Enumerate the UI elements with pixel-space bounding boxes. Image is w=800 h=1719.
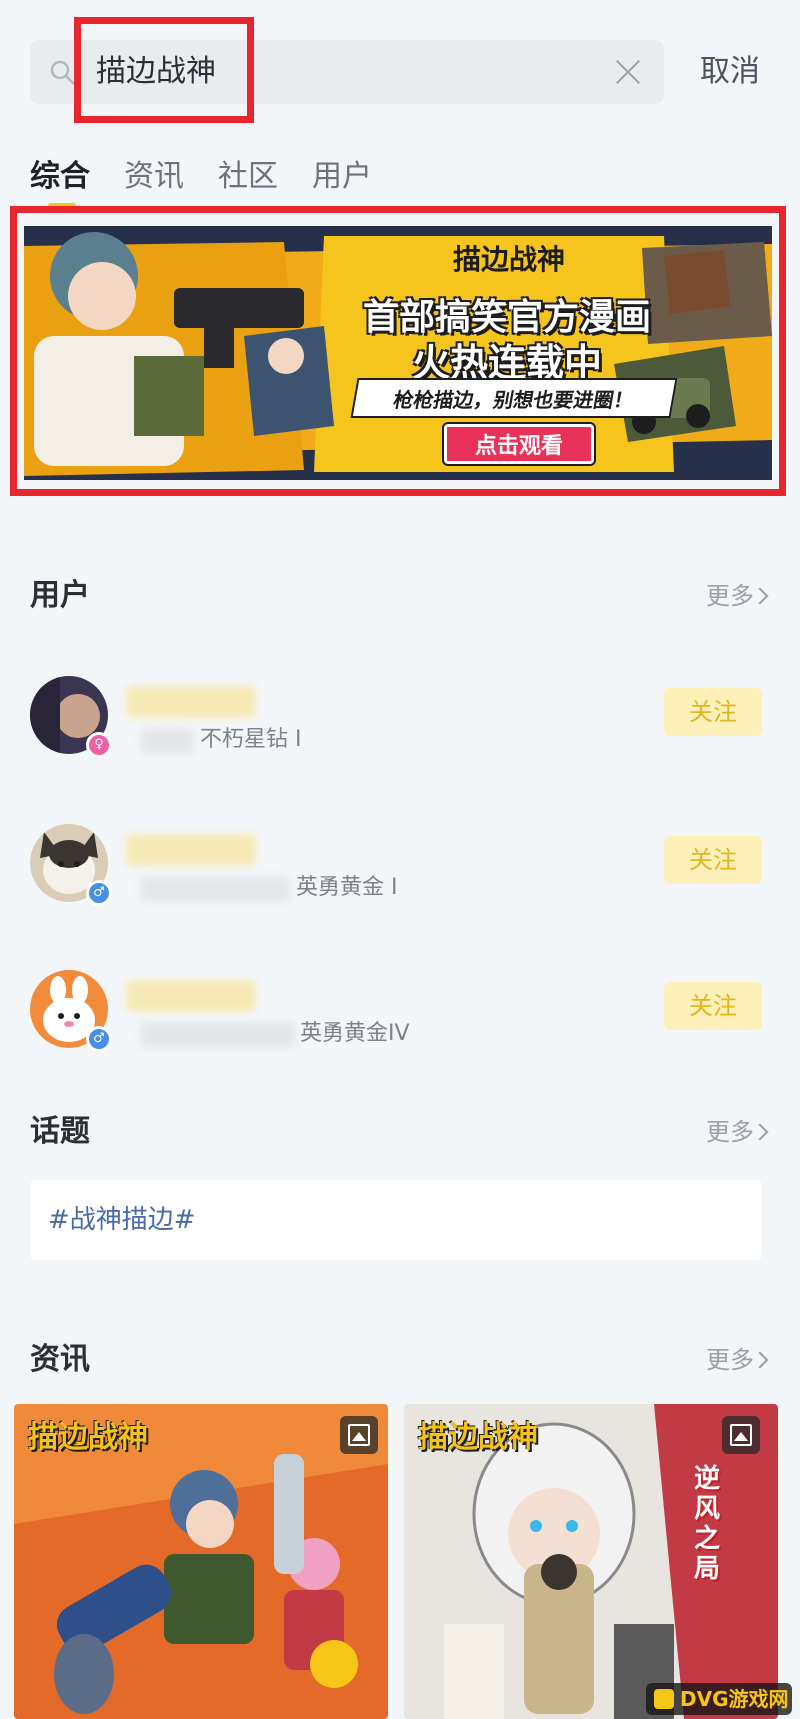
tab-label: 社区 bbox=[218, 159, 278, 194]
chevron-right-icon bbox=[751, 1123, 769, 1141]
search-query-text[interactable]: 描边战神 bbox=[96, 50, 216, 94]
search-header: 描边战神 取消 bbox=[0, 0, 800, 150]
news-section-title: 资讯 bbox=[30, 1342, 90, 1377]
search-input[interactable]: 描边战神 bbox=[30, 40, 664, 104]
tab-label: 综合 bbox=[30, 159, 90, 194]
blurred-user-info bbox=[140, 728, 194, 754]
search-icon bbox=[50, 60, 75, 85]
news-more-link[interactable]: 更多 bbox=[706, 1342, 754, 1378]
topic-hashtag[interactable]: #战神描边# bbox=[48, 1198, 196, 1242]
chevron-right-icon bbox=[751, 1351, 769, 1369]
watch-now-button[interactable]: 点击观看 bbox=[444, 424, 594, 464]
follow-button[interactable]: 关注 bbox=[664, 836, 762, 884]
news-card[interactable]: 描边战神 bbox=[14, 1404, 388, 1719]
category-tabs: 综合 资讯 社区 用户 bbox=[30, 155, 372, 215]
news-card-logo: 描边战神 bbox=[28, 1420, 148, 1455]
user-rank: 英勇黄金IV bbox=[300, 1021, 410, 1046]
user-rank: 英勇黄金 I bbox=[296, 875, 398, 900]
banner-game-logo: 描边战神 bbox=[452, 243, 565, 276]
topic-card[interactable]: #战神描边# bbox=[30, 1180, 762, 1260]
topics-more-link[interactable]: 更多 bbox=[706, 1114, 754, 1150]
tab-label: 用户 bbox=[312, 159, 372, 194]
controller-icon bbox=[654, 1689, 674, 1709]
blurred-username bbox=[126, 686, 256, 718]
news-card-side-text: 逆风之局 bbox=[694, 1464, 721, 1584]
user-list-item[interactable]: ♀ 不朽星钻 I 关注 bbox=[0, 676, 800, 786]
blurred-user-info bbox=[140, 876, 290, 902]
tab-community[interactable]: 社区 bbox=[218, 155, 278, 199]
user-rank: 不朽星钻 I bbox=[200, 727, 302, 752]
watermark-text: DVG游戏网 bbox=[680, 1687, 789, 1711]
female-gender-icon: ♀ bbox=[86, 732, 112, 758]
tab-label: 资讯 bbox=[124, 159, 184, 194]
image-icon bbox=[722, 1416, 760, 1454]
active-tab-indicator bbox=[48, 203, 76, 209]
follow-button[interactable]: 关注 bbox=[664, 688, 762, 736]
male-gender-icon: ♂ bbox=[86, 1026, 112, 1052]
topics-section-title: 话题 bbox=[30, 1114, 90, 1149]
user-list-item[interactable]: ♂ 英勇黄金IV 关注 bbox=[0, 970, 800, 1080]
chevron-right-icon bbox=[751, 587, 769, 605]
cancel-button[interactable]: 取消 bbox=[700, 50, 760, 94]
clear-icon[interactable] bbox=[610, 54, 646, 90]
blurred-username bbox=[126, 834, 256, 866]
blurred-user-info bbox=[140, 1022, 296, 1048]
banner-slogan: 枪枪描边，别想也要进圈！ bbox=[350, 378, 678, 418]
image-icon bbox=[340, 1416, 378, 1454]
follow-button[interactable]: 关注 bbox=[664, 982, 762, 1030]
tab-news[interactable]: 资讯 bbox=[124, 155, 184, 199]
user-list-item[interactable]: ♂ 英勇黄金 I 关注 bbox=[0, 824, 800, 934]
blurred-username bbox=[126, 980, 256, 1012]
tab-comprehensive[interactable]: 综合 bbox=[30, 155, 90, 209]
tab-users[interactable]: 用户 bbox=[312, 155, 372, 199]
male-gender-icon: ♂ bbox=[86, 880, 112, 906]
news-card-logo: 描边战神 bbox=[418, 1420, 538, 1455]
users-more-link[interactable]: 更多 bbox=[706, 578, 754, 614]
users-section-title: 用户 bbox=[30, 578, 90, 613]
news-card[interactable]: 描边战神 逆风之局 bbox=[404, 1404, 778, 1719]
site-watermark: DVG游戏网 bbox=[646, 1683, 792, 1715]
comic-promo-banner[interactable]: 描边战神 首部搞笑官方漫画 火热连载中 枪枪描边，别想也要进圈！ 点击观看 bbox=[24, 226, 772, 480]
